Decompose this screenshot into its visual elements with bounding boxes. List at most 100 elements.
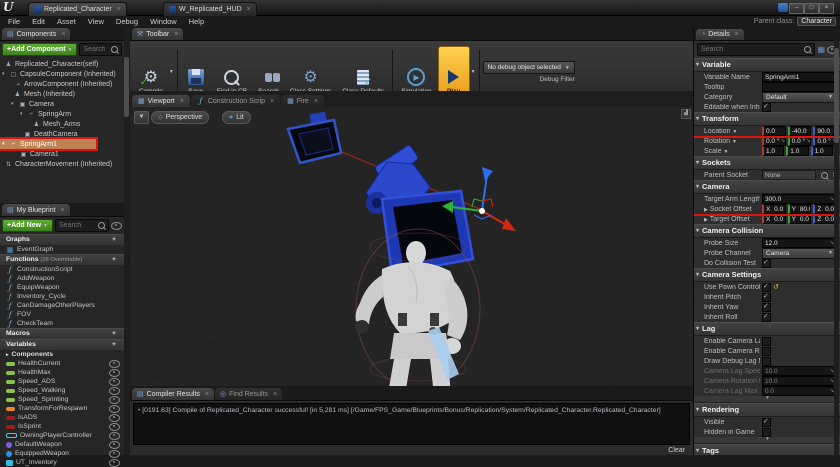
variable-isads[interactable]: IsADS <box>0 413 124 422</box>
components-search[interactable] <box>79 43 122 56</box>
section-sockets[interactable]: ▾Sockets <box>694 156 840 170</box>
variable-healthmax[interactable]: HealthMax <box>0 368 124 377</box>
camera-rotation-lag-field[interactable]: 10.0↘ <box>762 376 837 386</box>
function-candamageotherplayers[interactable]: ƒCanDamageOtherPlayers <box>0 301 124 310</box>
rotation-grab-icon[interactable]: ↘ <box>806 138 811 144</box>
inherit-pitch-checkbox[interactable] <box>762 293 771 302</box>
search-button[interactable]: Search <box>253 47 284 97</box>
rotation-y-field[interactable]: 0.0 °↘ <box>788 136 812 146</box>
tree-item-camera[interactable]: ▾ ▣Camera <box>0 99 124 109</box>
details-search-input[interactable] <box>698 46 801 53</box>
variable-visibility-icon[interactable] <box>109 387 120 395</box>
close-icon[interactable]: × <box>247 6 251 13</box>
variable-visibility-icon[interactable] <box>109 396 120 404</box>
scale-z-field[interactable]: 1.0 <box>811 146 833 156</box>
debug-object-dropdown[interactable]: No debug object selected▼ <box>483 61 575 74</box>
menu-view[interactable]: View <box>88 17 104 26</box>
feedback-icon[interactable] <box>778 3 788 12</box>
scale-x-field[interactable]: 1.0 <box>762 146 784 156</box>
variable-equippedweapon[interactable]: EquippedWeapon <box>0 449 124 458</box>
expander-arrow-icon[interactable]: ▾ <box>11 101 16 107</box>
close-icon[interactable]: × <box>174 31 178 38</box>
doc-tab-hud[interactable]: W_Replicated_HUD × <box>163 2 257 16</box>
variable-healthcurrent[interactable]: HealthCurrent <box>0 359 124 368</box>
draw-debug-lag-checkbox[interactable] <box>762 357 771 366</box>
tree-item-capsule[interactable]: ▾ ▢CapsuleComponent (Inherited) <box>0 69 124 79</box>
tab-construction-script[interactable]: ƒ Construction Scrip × <box>191 95 280 107</box>
tab-components[interactable]: ▤ Components × <box>2 28 70 40</box>
compile-button[interactable]: ⚙✓ Compile <box>134 47 168 97</box>
target-arm-length-field[interactable]: 300.0↘ <box>762 194 837 204</box>
tab-fire[interactable]: ▦ Fire × <box>281 95 324 107</box>
camera-lag-max-field[interactable]: 0.0↘ <box>762 386 837 396</box>
expander-arrow-icon[interactable]: ▶ <box>704 217 708 223</box>
function-checkteam[interactable]: ƒCheckTeam <box>0 319 124 328</box>
do-collision-test-checkbox[interactable] <box>762 259 771 268</box>
variable-speed-walking[interactable]: Speed_Walking <box>0 386 124 395</box>
variables-components-group[interactable]: ▸Components <box>0 350 124 359</box>
expander-arrow-icon[interactable]: ▶ <box>704 207 708 213</box>
tab-details[interactable]: ◔ Details × <box>696 29 744 40</box>
expander-arrow-icon[interactable]: ▾ <box>20 111 25 117</box>
function-fov[interactable]: ƒFOV <box>0 310 124 319</box>
use-pawn-control-checkbox[interactable] <box>762 283 771 292</box>
menu-debug[interactable]: Debug <box>116 17 138 26</box>
variable-visibility-icon[interactable] <box>109 441 120 449</box>
function-equipweapon[interactable]: ƒEquipWeapon <box>0 283 124 292</box>
target-offset-x-field[interactable]: X 0.0 <box>762 214 786 224</box>
tab-find-results[interactable]: ◎ Find Results × <box>215 388 282 400</box>
add-new-button[interactable]: +Add New▼ <box>2 219 53 232</box>
socket-search-icon[interactable] <box>821 172 828 179</box>
perspective-button[interactable]: ◇ Perspective <box>151 111 209 124</box>
function-addweapon[interactable]: ƒAddWeapon <box>0 274 124 283</box>
section-tags[interactable]: ▾Tags <box>694 444 840 455</box>
probe-channel-dropdown[interactable]: Camera▼ <box>762 248 837 259</box>
close-icon[interactable]: × <box>735 31 739 38</box>
visibility-filter-icon[interactable] <box>111 222 122 230</box>
section-transform[interactable]: ▾Transform <box>694 112 840 126</box>
section-lag[interactable]: ▾Lag <box>694 322 840 336</box>
socket-offset-x-field[interactable]: X 0.0 <box>762 204 786 214</box>
find-in-cb-button[interactable]: Find in CB <box>212 47 252 97</box>
functions-header[interactable]: Functions (28 Overridable)+ <box>0 254 124 265</box>
tab-compiler-results[interactable]: ▤ Compiler Results × <box>132 388 214 400</box>
section-camera-collision[interactable]: ▾Camera Collision <box>694 224 840 238</box>
editable-checkbox[interactable] <box>762 103 771 112</box>
stats-icon[interactable]: ▟ <box>681 109 691 119</box>
tab-viewport[interactable]: ▦ Viewport × <box>132 95 190 107</box>
minimize-button[interactable]: – <box>789 3 804 14</box>
macros-header[interactable]: Macros+ <box>0 328 124 339</box>
doc-tab-replicated-character[interactable]: Replicated_Character × <box>28 2 127 16</box>
rotation-grab-icon[interactable]: ↘ <box>780 138 785 144</box>
target-offset-y-field[interactable]: Y 0.0 <box>788 214 812 224</box>
maximize-button[interactable]: □ <box>804 3 819 14</box>
lit-mode-button[interactable]: ● Lit <box>222 111 251 124</box>
close-icon[interactable]: × <box>273 391 277 398</box>
tree-item-camera1[interactable]: ▣Camera1 <box>0 149 124 159</box>
scale-y-field[interactable]: 1.0 <box>786 146 808 156</box>
add-graph-icon[interactable]: + <box>112 235 116 245</box>
variable-visibility-icon[interactable] <box>109 378 120 386</box>
graph-eventgraph[interactable]: ▦EventGraph <box>0 245 124 254</box>
variable-visibility-icon[interactable] <box>109 459 120 467</box>
close-icon[interactable]: × <box>61 207 65 214</box>
location-y-field[interactable]: -40.0 <box>788 126 812 136</box>
tree-item-springarm1-selected[interactable]: ▾ ⌐SpringArm1 <box>0 139 96 149</box>
tree-item-springarm[interactable]: ▾ ⌐SpringArm <box>0 109 124 119</box>
variable-visibility-icon[interactable] <box>109 360 120 368</box>
variable-visibility-icon[interactable] <box>109 414 120 422</box>
location-x-field[interactable]: 0.0 <box>762 126 786 136</box>
socket-offset-y-field[interactable]: Y 80.0 <box>788 204 812 214</box>
variable-speed-sprinting[interactable]: Speed_Sprinting <box>0 395 124 404</box>
menu-help[interactable]: Help <box>189 17 204 26</box>
close-icon[interactable]: × <box>314 98 318 105</box>
variable-visibility-icon[interactable] <box>109 405 120 413</box>
function-constructionscript[interactable]: ƒConstructionScript <box>0 265 124 274</box>
section-rendering[interactable]: ▾Rendering <box>694 403 840 417</box>
my-blueprint-search[interactable] <box>55 219 109 232</box>
visible-checkbox[interactable] <box>762 418 771 427</box>
clear-log-button[interactable]: Clear <box>130 447 693 454</box>
compile-options-caret[interactable]: ▼ <box>169 69 174 75</box>
menu-window[interactable]: Window <box>150 17 177 26</box>
add-component-button[interactable]: +Add Component▼ <box>2 43 77 56</box>
